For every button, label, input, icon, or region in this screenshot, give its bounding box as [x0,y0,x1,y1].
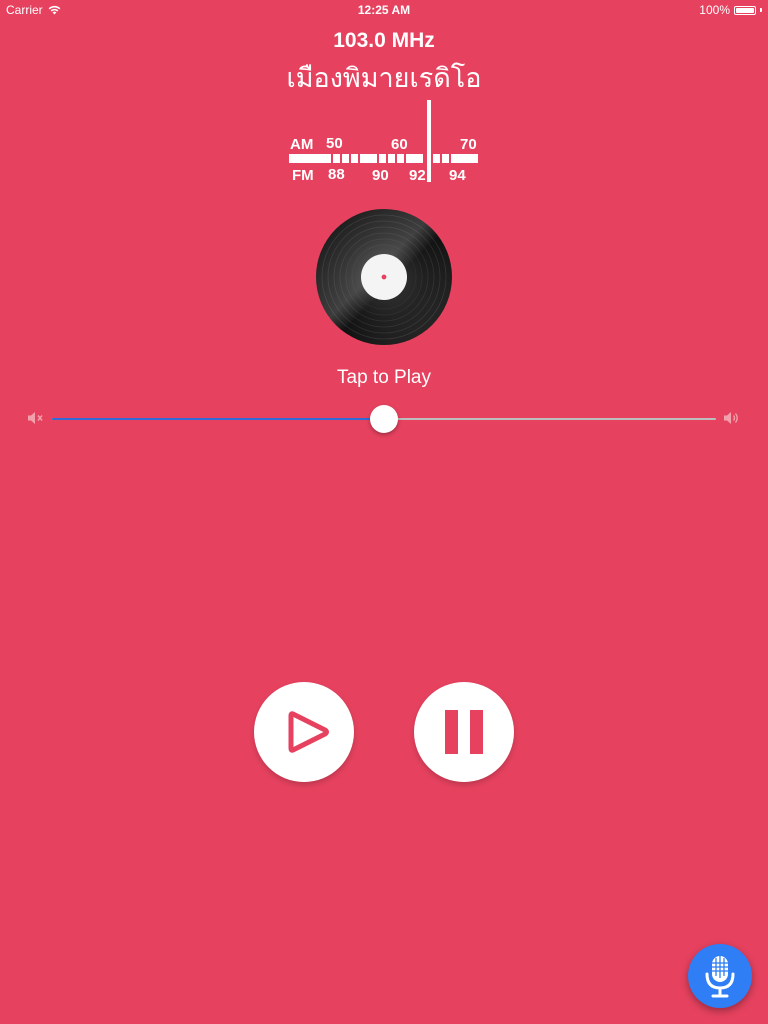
volume-mute-icon [28,412,43,424]
dial-am-tick: 60 [391,136,408,153]
status-time: 12:25 AM [357,3,411,17]
battery-percent: 100% [699,3,730,17]
status-bar: Carrier 12:25 AM 100% [0,0,768,20]
dial-fm-tick: 92 [409,167,426,184]
dial-am-tick: 70 [460,136,477,153]
dial-fm-tick: 90 [372,167,389,184]
tap-to-play-label: Tap to Play [337,367,431,388]
dial-band [289,154,478,163]
battery-cap [760,8,762,12]
play-button[interactable] [254,682,354,782]
volume-slider[interactable] [52,405,716,433]
radio-dial: AM FM 50 60 70 88 90 92 94 [286,100,482,184]
microphone-button[interactable] [688,944,752,1008]
station-frequency: 103.0 MHz [333,29,435,52]
dial-fm-tick: 88 [328,166,345,183]
volume-up-icon [724,412,738,424]
battery-icon [734,5,756,15]
dial-needle [427,100,431,182]
vinyl-record-icon[interactable] [314,207,454,347]
pause-button[interactable] [414,682,514,782]
volume-slider-fill [52,418,384,420]
play-icon [288,711,329,753]
volume-slider-thumb[interactable] [370,405,398,433]
dial-fm-tick: 94 [449,167,466,184]
dial-fm-label: FM [292,167,314,184]
microphone-icon [705,956,735,998]
dial-am-tick: 50 [326,135,343,152]
status-right: 100% [699,3,762,17]
dial-am-label: AM [290,136,313,153]
pause-icon [445,710,483,754]
station-name: เมืองพิมายเรดิโอ [286,63,482,94]
